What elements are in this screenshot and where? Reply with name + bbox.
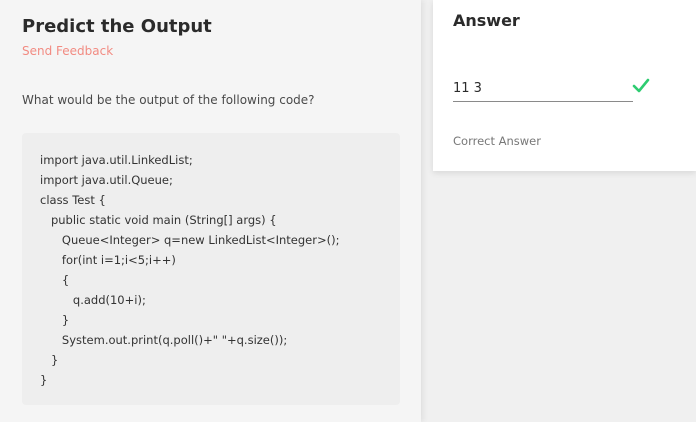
page-title: Predict the Output — [22, 16, 212, 37]
code-line: q.add(10+i); — [40, 293, 146, 307]
answer-heading: Answer — [453, 11, 520, 30]
code-line: import java.util.LinkedList; — [40, 153, 193, 167]
code-line: public static void main (String[] args) … — [40, 213, 277, 227]
check-icon — [631, 76, 651, 96]
code-block: import java.util.LinkedList; import java… — [22, 133, 400, 405]
answer-card: Answer Correct Answer — [433, 0, 696, 171]
question-text: What would be the output of the followin… — [22, 93, 315, 107]
code-line: } — [40, 313, 70, 327]
code-line: } — [40, 353, 59, 367]
correct-answer-label: Correct Answer — [453, 134, 541, 148]
code-line: for(int i=1;i<5;i++) — [40, 253, 176, 267]
send-feedback-link[interactable]: Send Feedback — [22, 44, 113, 58]
code-line: Queue<Integer> q=new LinkedList<Integer>… — [40, 233, 340, 247]
question-panel: Predict the Output Send Feedback What wo… — [0, 0, 421, 422]
code-line: { — [40, 273, 70, 287]
answer-input[interactable] — [453, 76, 633, 102]
code-line: System.out.print(q.poll()+" "+q.size()); — [40, 333, 288, 347]
code-line: import java.util.Queue; — [40, 173, 173, 187]
code-line: class Test { — [40, 193, 106, 207]
code-line: } — [40, 373, 48, 387]
